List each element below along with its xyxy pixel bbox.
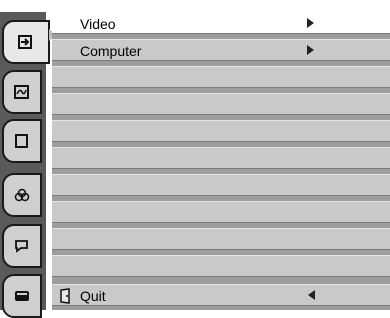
door-icon — [60, 288, 70, 304]
submenu-arrow-icon — [307, 45, 314, 55]
info-icon — [15, 291, 29, 301]
back-arrow-icon — [308, 290, 315, 300]
projector-osd-menu: Video Computer Quit — [0, 0, 390, 318]
menu-item-label: Video — [80, 16, 116, 32]
setting-icon — [15, 240, 28, 253]
menu-item-computer[interactable]: Computer — [52, 39, 390, 61]
menu-item-empty — [52, 228, 390, 250]
menu-item-video[interactable]: Video — [52, 12, 390, 34]
tab-screen[interactable] — [2, 119, 42, 163]
menu-item-quit[interactable]: Quit — [52, 284, 390, 306]
tab-setting[interactable] — [2, 224, 42, 268]
screen-icon — [15, 134, 28, 148]
menu-item-empty — [52, 201, 390, 223]
tab-color[interactable] — [2, 173, 42, 217]
menu-item-empty — [52, 93, 390, 115]
menu-tab-column — [0, 12, 50, 318]
menu-item-label: Computer — [80, 43, 142, 59]
menu-item-empty — [52, 66, 390, 88]
menu-item-empty — [52, 255, 390, 277]
submenu-arrow-icon — [307, 18, 314, 28]
tab-image-adjust[interactable] — [2, 70, 42, 114]
menu-item-empty — [52, 174, 390, 196]
color-icon — [14, 188, 30, 202]
image-adjust-icon — [14, 85, 29, 99]
tab-input[interactable] — [2, 20, 50, 64]
menu-item-empty — [52, 120, 390, 142]
menu-item-empty — [52, 147, 390, 169]
quit-label: Quit — [80, 288, 106, 304]
input-icon — [18, 35, 32, 49]
tab-info[interactable] — [2, 274, 42, 318]
input-menu-list: Video Computer Quit — [52, 12, 390, 310]
